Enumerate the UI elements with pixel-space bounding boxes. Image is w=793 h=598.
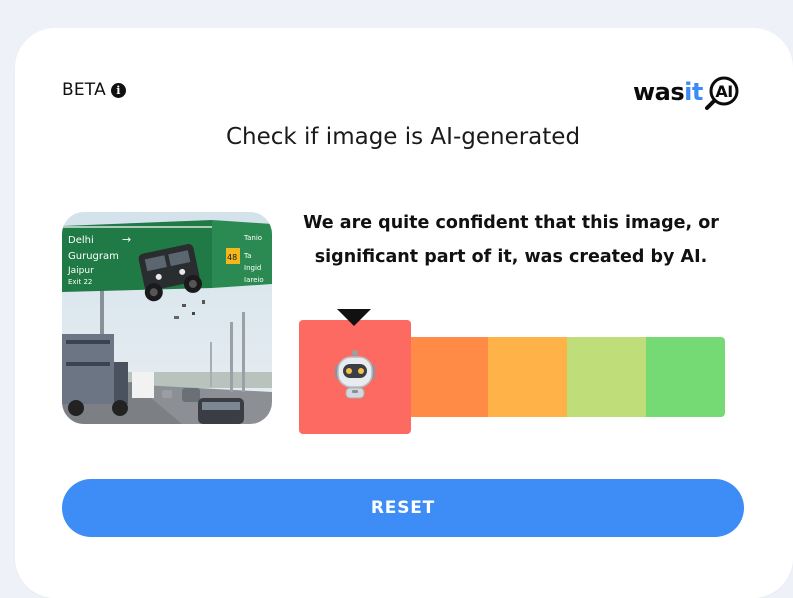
sign-text-nh: 48 [227,253,237,262]
logo-accent-text: it [684,78,703,106]
svg-text:→: → [122,233,131,246]
meter-segment-2 [399,337,489,417]
wasitai-logo[interactable]: was it AI [633,72,740,112]
meter-segment-selected [299,309,411,434]
sign-text-2: Ta [243,252,251,260]
logo-badge-text: AI [715,82,732,101]
info-icon[interactable]: i [110,82,126,98]
page-title: Check if image is AI-generated [225,124,581,150]
ai-verdict-text: We are quite confident that this image, … [298,206,724,274]
sign-text-exit: Exit 22 [68,278,92,286]
uploaded-image-thumbnail: Delhi → Gurugram Jaipur Exit 22 48 Tanio… [62,212,272,424]
verdict-line-1: We are quite confident that this image, … [303,213,719,233]
sign-text-delhi: Delhi [68,235,94,246]
meter-segment-4 [567,337,647,417]
reset-button[interactable]: RESET [62,479,744,537]
sign-text-jaipur: Jaipur [67,266,94,276]
sign-text-gurugram: Gurugram [68,251,119,262]
beta-badge[interactable]: BETA i [62,80,126,100]
sign-text-4: Iareio [244,276,264,284]
meter-segment-3 [488,337,568,417]
sign-text-3: Ingid [244,264,261,272]
logo-text: was [633,78,685,106]
meter-segment-5 [646,337,725,417]
verdict-line-2: significant part of it, was created by A… [314,247,708,267]
sign-text-1: Tanio [243,234,262,242]
confidence-meter [299,309,725,434]
meter-pointer-icon [337,309,371,326]
magnifier-ai-icon: AI [704,74,740,110]
robot-icon [332,349,378,405]
beta-label: BETA [62,80,106,100]
